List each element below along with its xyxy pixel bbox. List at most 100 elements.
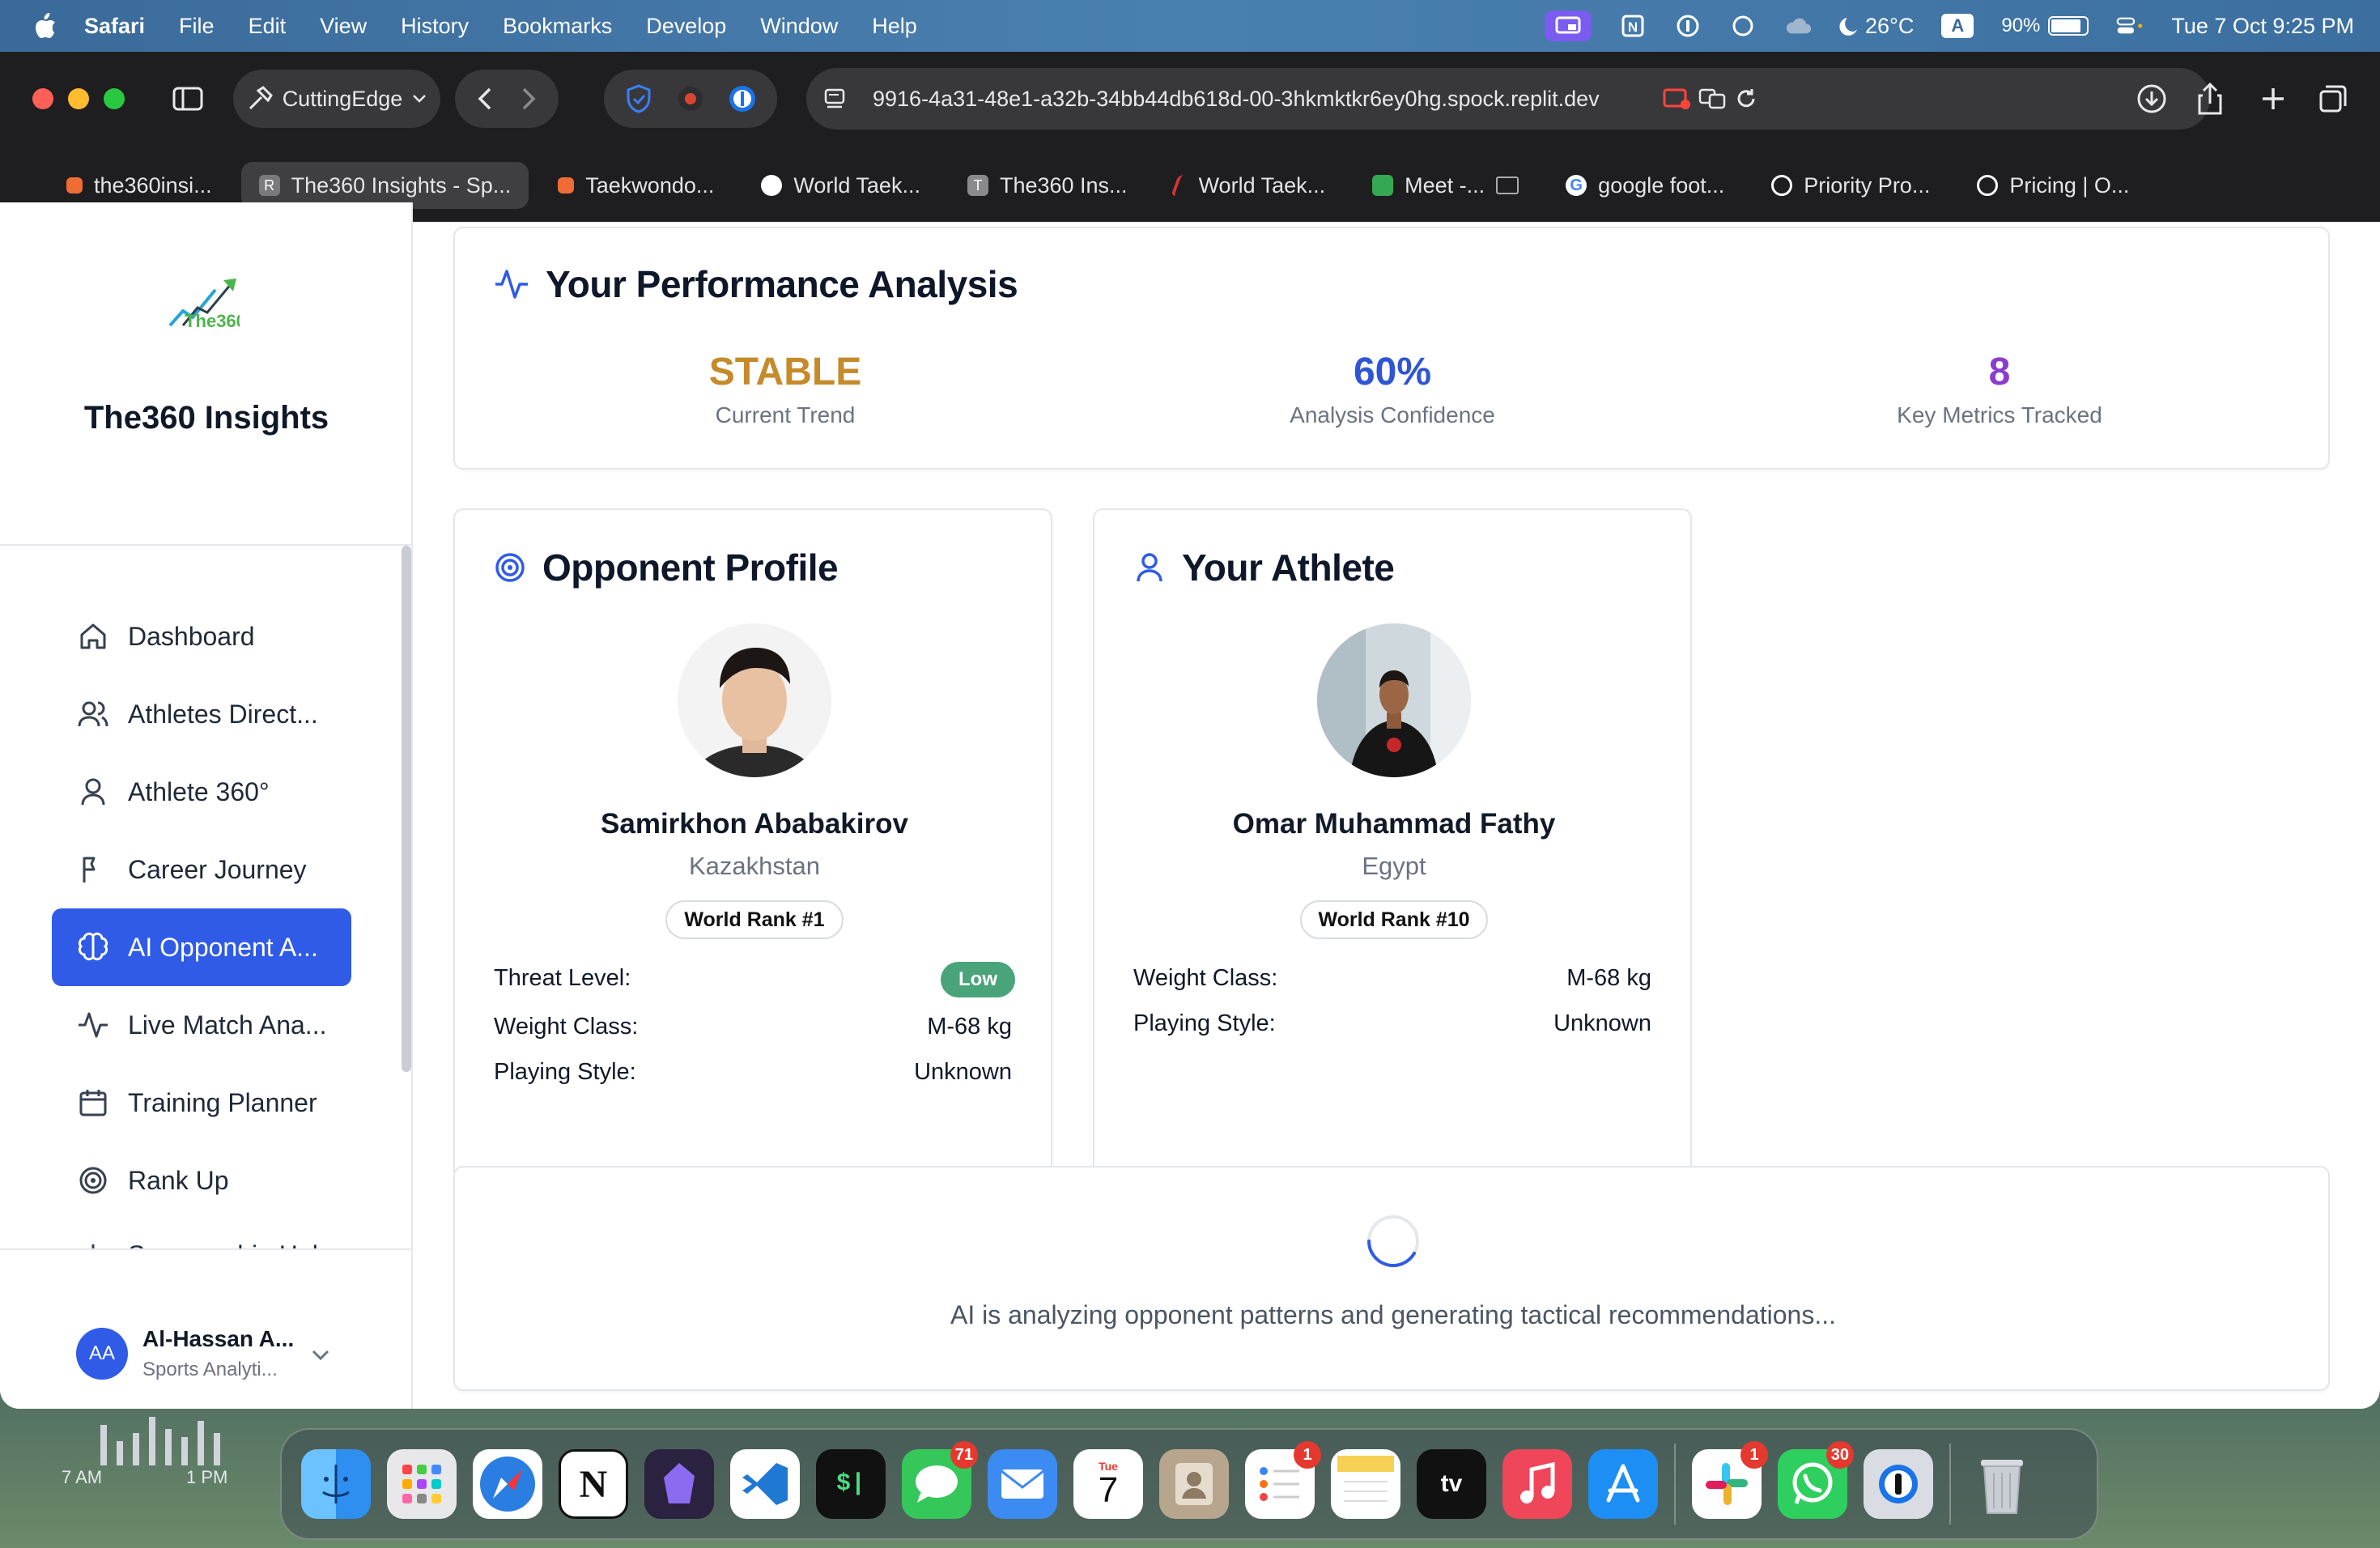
threat-level-badge: Low — [941, 962, 1015, 997]
dock-reminders[interactable]: 1 — [1245, 1441, 1321, 1519]
temperature-label: 26°C — [1865, 13, 1915, 38]
keyboard-input-indicator[interactable]: A — [1941, 14, 1974, 38]
dock-apple-tv[interactable]: tv — [1417, 1449, 1486, 1519]
athlete-title-text: Your Athlete — [1182, 546, 1395, 589]
nav-athlete-360[interactable]: Athlete 360° — [52, 753, 351, 831]
screen-share-icon[interactable] — [1545, 11, 1592, 41]
new-tab-icon[interactable] — [2249, 70, 2297, 128]
page-settings-icon[interactable] — [822, 87, 847, 111]
share-icon[interactable] — [2186, 70, 2234, 128]
tab-world-taekwondo-2[interactable]: World Taek... — [1157, 162, 1344, 209]
close-window-button[interactable] — [32, 88, 53, 109]
weather-widget[interactable]: 26°C — [1839, 14, 1914, 39]
back-icon[interactable] — [470, 83, 503, 115]
menu-develop[interactable]: Develop — [646, 14, 726, 39]
dock-trash[interactable] — [1967, 1449, 2037, 1519]
battery-status[interactable]: 90% — [2001, 15, 2089, 37]
nav-label: Rank Up — [128, 1165, 229, 1195]
dock-obsidian[interactable] — [644, 1449, 714, 1519]
user-menu[interactable]: AA Al-Hassan A... Sports Analyti... — [0, 1248, 411, 1409]
nav-ai-opponent-analysis[interactable]: AI Opponent A... — [52, 908, 351, 986]
dock-contacts[interactable] — [1159, 1449, 1229, 1519]
dock-mail[interactable] — [988, 1449, 1057, 1519]
nav-athletes-directory[interactable]: Athletes Direct... — [52, 675, 351, 753]
dock-notes[interactable] — [1331, 1449, 1400, 1519]
bug-extension-icon[interactable] — [674, 83, 707, 115]
apple-icon[interactable] — [32, 11, 58, 40]
nav-rank-up[interactable]: Rank Up — [52, 1142, 351, 1219]
control-center-icon[interactable] — [2116, 14, 2144, 38]
menu-window[interactable]: Window — [760, 14, 838, 39]
sidebar-scrollbar[interactable] — [402, 546, 411, 1072]
password-menu-icon[interactable] — [1674, 14, 1702, 38]
menu-view[interactable]: View — [320, 14, 367, 39]
translate-icon[interactable] — [1698, 87, 1728, 111]
slack-icon — [1706, 1463, 1748, 1505]
dock-vscode[interactable] — [730, 1449, 800, 1519]
dock-1password[interactable] — [1864, 1449, 1933, 1519]
clock[interactable]: Tue 7 Oct 9:25 PM — [2171, 14, 2354, 39]
dock-calendar[interactable]: Tue 7 — [1073, 1449, 1143, 1519]
dock-launchpad[interactable] — [387, 1449, 457, 1519]
tab-meet[interactable]: Meet -... — [1354, 162, 1536, 209]
circle-status-icon[interactable] — [1729, 14, 1757, 38]
dock-finder[interactable] — [301, 1449, 371, 1519]
tab-google-football[interactable]: Ggoogle foot... — [1548, 162, 1742, 209]
downloads-icon[interactable] — [2127, 70, 2176, 128]
dock-separator — [1949, 1444, 1951, 1525]
stat-label: Key Metrics Tracked — [1897, 402, 2102, 427]
dock-slack[interactable]: 1 — [1692, 1441, 1768, 1519]
password-extension-icon[interactable] — [726, 83, 759, 115]
nav-career-journey[interactable]: Career Journey — [52, 831, 351, 908]
profile-switcher[interactable]: CuttingEdge — [233, 70, 440, 128]
menu-help[interactable]: Help — [872, 14, 917, 39]
dock-whatsapp[interactable]: 30 — [1778, 1441, 1854, 1519]
zoom-window-button[interactable] — [104, 88, 125, 109]
dock-app-store[interactable] — [1588, 1449, 1658, 1519]
dock-safari[interactable] — [473, 1449, 542, 1519]
cloud-icon[interactable] — [1784, 14, 1812, 38]
sidebar-toggle-icon[interactable] — [159, 70, 217, 128]
stat-label: Current Trend — [715, 402, 856, 427]
forward-icon[interactable] — [511, 83, 543, 115]
app-store-icon — [1606, 1464, 1640, 1503]
menu-edit[interactable]: Edit — [249, 14, 287, 39]
opponent-photo — [678, 623, 831, 777]
activity-icon — [495, 270, 528, 299]
tab-overview-icon[interactable] — [2309, 70, 2357, 128]
trash-icon — [1981, 1460, 2023, 1514]
minimize-window-button[interactable] — [68, 88, 89, 109]
nav-label: Athlete 360° — [128, 776, 270, 806]
stat-value: 60% — [1353, 351, 1432, 393]
extension-buttons — [604, 70, 777, 128]
tab-pricing[interactable]: Pricing | O... — [1959, 162, 2147, 209]
loading-spinner-icon — [1367, 1215, 1419, 1268]
reload-icon[interactable] — [1734, 87, 1758, 111]
tab-label: World Taek... — [793, 172, 920, 198]
tab-the360-ins[interactable]: T The360 Ins... — [950, 162, 1145, 209]
dock-notion[interactable]: N — [559, 1449, 628, 1519]
menu-bookmarks[interactable]: Bookmarks — [503, 14, 612, 39]
desktop-time-right: 1 PM — [186, 1467, 228, 1487]
menu-app-safari[interactable]: Safari — [84, 14, 145, 39]
nav-training-planner[interactable]: Training Planner — [52, 1064, 351, 1142]
notion-menu-icon[interactable]: N — [1619, 14, 1647, 38]
brand-header: The360 The360 Insights — [0, 202, 411, 546]
dock-messages[interactable]: 71 — [902, 1441, 978, 1519]
tab-priority-pro[interactable]: Priority Pro... — [1753, 162, 1948, 209]
dock-music[interactable] — [1502, 1449, 1572, 1519]
users-icon — [76, 697, 110, 731]
dock-terminal[interactable]: $| — [816, 1449, 886, 1519]
address-bar[interactable]: 9916-4a31-48e1-a32b-34bb44db618d-00-3hkm… — [806, 68, 2210, 130]
menu-history[interactable]: History — [401, 14, 469, 39]
tab-world-taekwondo[interactable]: World Taek... — [743, 162, 938, 209]
menu-file[interactable]: File — [179, 14, 215, 39]
notes-icon — [1337, 1456, 1394, 1502]
screen-record-icon[interactable] — [1663, 87, 1692, 111]
nav-live-match-analysis[interactable]: Live Match Ana... — [52, 986, 351, 1064]
nav-sponsorship-hub[interactable]: Sponsorship Hub — [52, 1219, 351, 1248]
desktop-chart-widget: 7 AM 1 PM — [49, 1409, 291, 1490]
nav-dashboard[interactable]: Dashboard — [52, 598, 351, 675]
shield-icon[interactable] — [623, 83, 655, 115]
tab-taekwondo[interactable]: Taekwondo... — [540, 162, 732, 209]
